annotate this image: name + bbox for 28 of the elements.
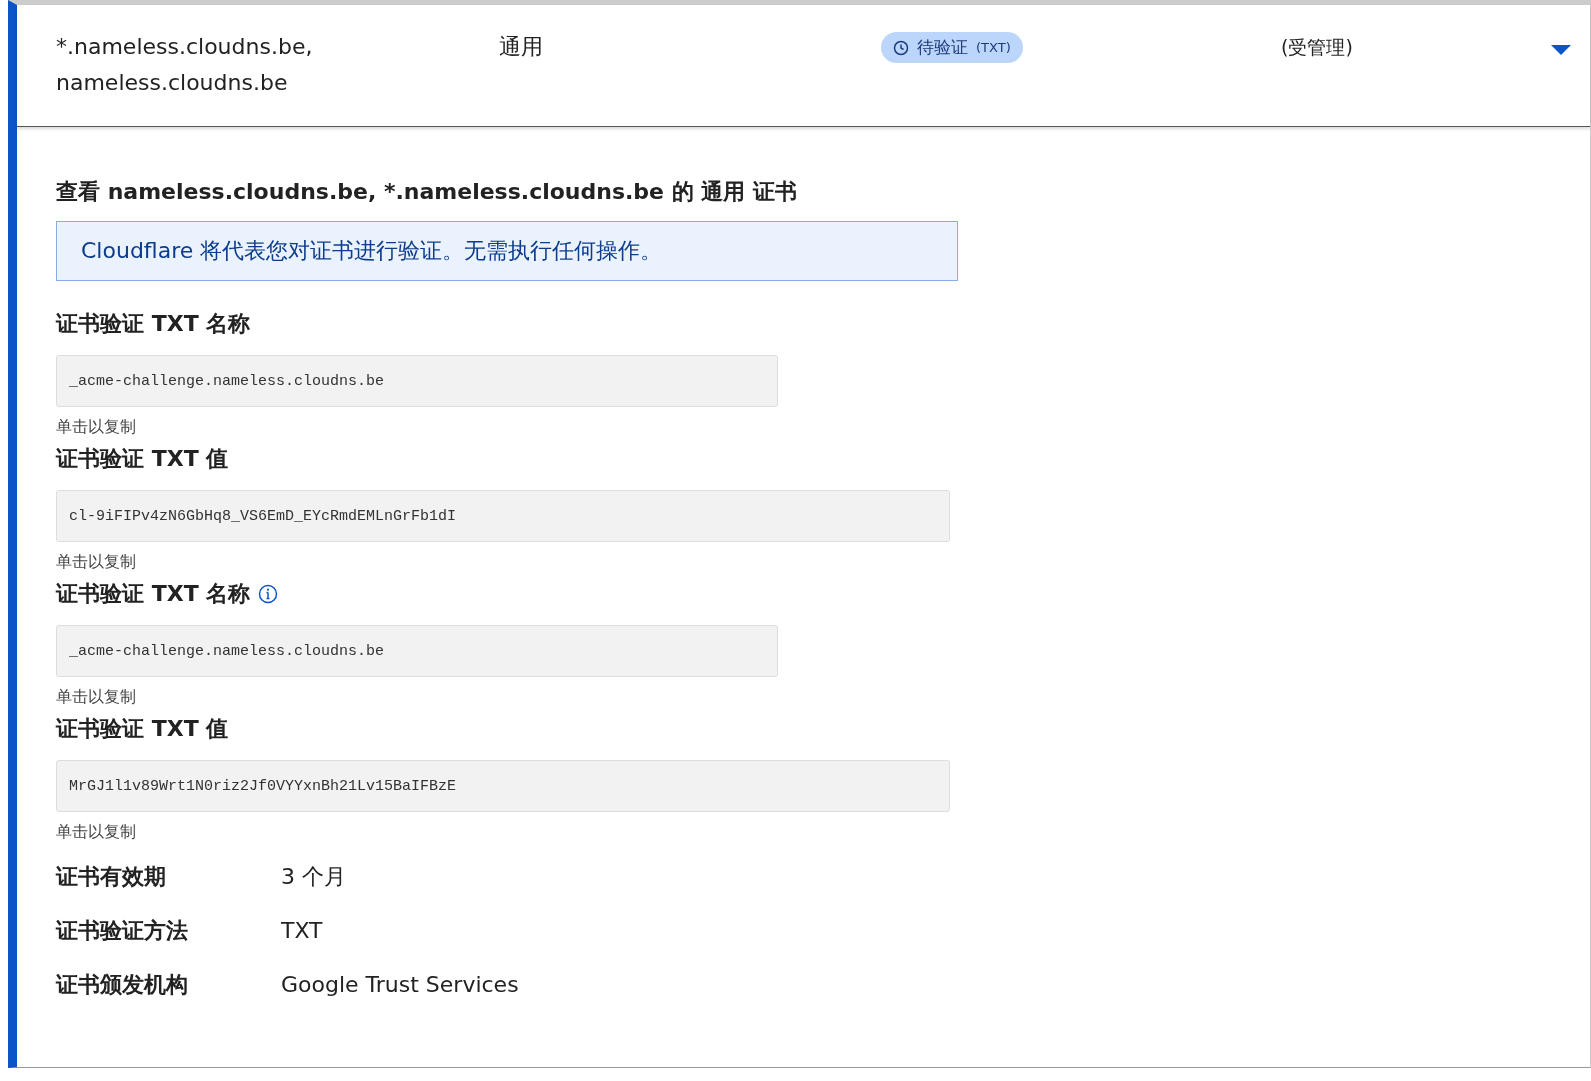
copy-hint: 单击以复制 [56,822,137,843]
status-badge: 待验证 (TXT) [881,32,1023,63]
property-label: 证书验证方法 [56,917,189,945]
property-label: 证书颁发机构 [56,971,189,999]
info-notice: Cloudflare 将代表您对证书进行验证。无需执行任何操作。 [56,221,958,281]
caret-icon[interactable] [1550,43,1572,57]
copy-field[interactable]: _acme-challenge.nameless.cloudns.be [56,355,778,407]
copy-hint: 单击以复制 [56,687,137,708]
copy-hint: 单击以复制 [56,417,137,438]
property-value: TXT [281,917,324,945]
certificate-type: 通用 [499,33,544,61]
info-icon[interactable] [258,584,279,604]
managed-label: (受管理) [1281,35,1354,60]
field-label: 证书验证 TXT 值 [56,715,229,743]
property-label: 证书有效期 [56,863,167,891]
property-value: 3 个月 [281,863,347,891]
details-title: 查看 nameless.cloudns.be, *.nameless.cloudns.be 的 通用 证书 [56,178,799,206]
property-value: Google Trust Services [281,971,520,999]
copy-hint: 单击以复制 [56,552,137,573]
field-label: 证书验证 TXT 值 [56,445,229,473]
copy-field[interactable]: MrGJ1l1v89Wrt1N0riz2Jf0VYYxnBh21Lv15BaIFBzE [56,760,950,812]
field-label: 证书验证 TXT 名称 [56,310,251,338]
hostname-text: nameless.cloudns.be [56,69,289,97]
hostname-text: *.nameless.cloudns.be, [56,33,314,61]
copy-field[interactable]: _acme-challenge.nameless.cloudns.be [56,625,778,677]
clock-icon [893,39,909,56]
copy-field[interactable]: cl-9iFIPv4zN6GbHq8_VS6EmD_EYcRmdEMLnGrFb1dI [56,490,950,542]
field-label: 证书验证 TXT 名称 [56,580,251,608]
